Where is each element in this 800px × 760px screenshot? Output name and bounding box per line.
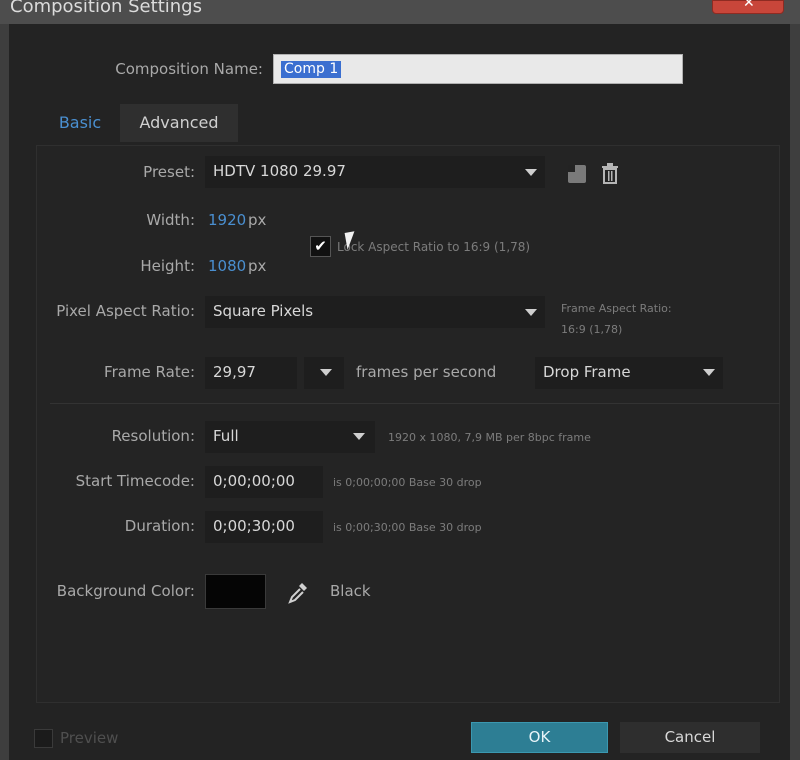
delete-preset-icon[interactable] xyxy=(600,163,620,184)
duration-input[interactable]: 0;00;30;00 xyxy=(205,511,323,543)
close-icon: ✕ xyxy=(743,0,755,11)
title-bar: Composition Settings ✕ xyxy=(0,0,800,24)
cancel-button[interactable]: Cancel xyxy=(620,722,760,753)
pixel-aspect-dropdown[interactable]: Square Pixels xyxy=(205,296,545,328)
frame-rate-dropdown[interactable] xyxy=(304,357,344,389)
frame-rate-unit-label: frames per second xyxy=(356,363,497,381)
frame-rate-input[interactable]: 29,97 xyxy=(205,357,297,389)
height-unit: px xyxy=(248,257,267,275)
composition-name-value: Comp 1 xyxy=(281,61,342,78)
duration-value: 0;00;30;00 xyxy=(213,517,295,535)
frame-rate-value: 29,97 xyxy=(213,363,256,381)
tab-basic[interactable]: Basic xyxy=(40,104,120,142)
resolution-info: 1920 x 1080, 7,9 MB per 8bpc frame xyxy=(388,431,591,444)
resolution-value: Full xyxy=(213,427,239,445)
checkmark-icon: ✔ xyxy=(314,237,327,255)
window-frame-left xyxy=(0,24,9,760)
save-preset-icon[interactable] xyxy=(568,165,586,183)
drop-frame-dropdown[interactable]: Drop Frame xyxy=(535,357,723,389)
resolution-dropdown[interactable]: Full xyxy=(205,421,375,453)
chevron-down-icon xyxy=(703,369,715,376)
eyedropper-icon[interactable] xyxy=(288,582,308,604)
composition-name-label: Composition Name: xyxy=(115,60,263,78)
drop-frame-value: Drop Frame xyxy=(543,363,631,381)
chevron-down-icon xyxy=(353,433,365,440)
tab-advanced[interactable]: Advanced xyxy=(120,104,238,142)
frame-aspect-value: 16:9 (1,78) xyxy=(561,323,623,336)
ok-button[interactable]: OK xyxy=(471,722,608,753)
pixel-aspect-value: Square Pixels xyxy=(213,302,314,320)
width-unit: px xyxy=(248,211,267,229)
preset-dropdown[interactable]: HDTV 1080 29.97 xyxy=(205,156,545,188)
background-color-swatch[interactable] xyxy=(205,574,266,609)
preview-checkbox[interactable] xyxy=(34,729,53,748)
section-divider xyxy=(50,403,780,404)
frame-rate-label: Frame Rate: xyxy=(104,363,195,381)
chevron-down-icon xyxy=(320,369,332,376)
width-value[interactable]: 1920 xyxy=(208,211,246,229)
background-color-label: Background Color: xyxy=(56,582,195,600)
preset-label: Preset: xyxy=(143,163,195,181)
window-title: Composition Settings xyxy=(10,0,202,17)
duration-info: is 0;00;30;00 Base 30 drop xyxy=(333,521,482,534)
chevron-down-icon xyxy=(525,169,537,176)
start-timecode-value: 0;00;00;00 xyxy=(213,472,295,490)
start-timecode-label: Start Timecode: xyxy=(75,472,195,490)
width-label: Width: xyxy=(146,211,195,229)
start-timecode-info: is 0;00;00;00 Base 30 drop xyxy=(333,476,482,489)
frame-aspect-label: Frame Aspect Ratio: xyxy=(561,302,672,315)
start-timecode-input[interactable]: 0;00;00;00 xyxy=(205,466,323,498)
background-color-name: Black xyxy=(330,582,371,600)
close-button[interactable]: ✕ xyxy=(712,0,784,14)
resolution-label: Resolution: xyxy=(111,427,195,445)
lock-aspect-label: Lock Aspect Ratio to 16:9 (1,78) xyxy=(337,240,531,254)
height-value[interactable]: 1080 xyxy=(208,257,246,275)
preview-label: Preview xyxy=(60,729,119,747)
height-label: Height: xyxy=(140,257,195,275)
composition-name-input[interactable]: Comp 1 xyxy=(273,54,683,84)
duration-label: Duration: xyxy=(124,517,195,535)
pixel-aspect-label: Pixel Aspect Ratio: xyxy=(56,302,195,320)
chevron-down-icon xyxy=(525,309,537,316)
window-frame-right xyxy=(790,24,800,760)
preset-value: HDTV 1080 29.97 xyxy=(213,162,346,180)
lock-aspect-checkbox[interactable]: ✔ xyxy=(310,236,331,257)
